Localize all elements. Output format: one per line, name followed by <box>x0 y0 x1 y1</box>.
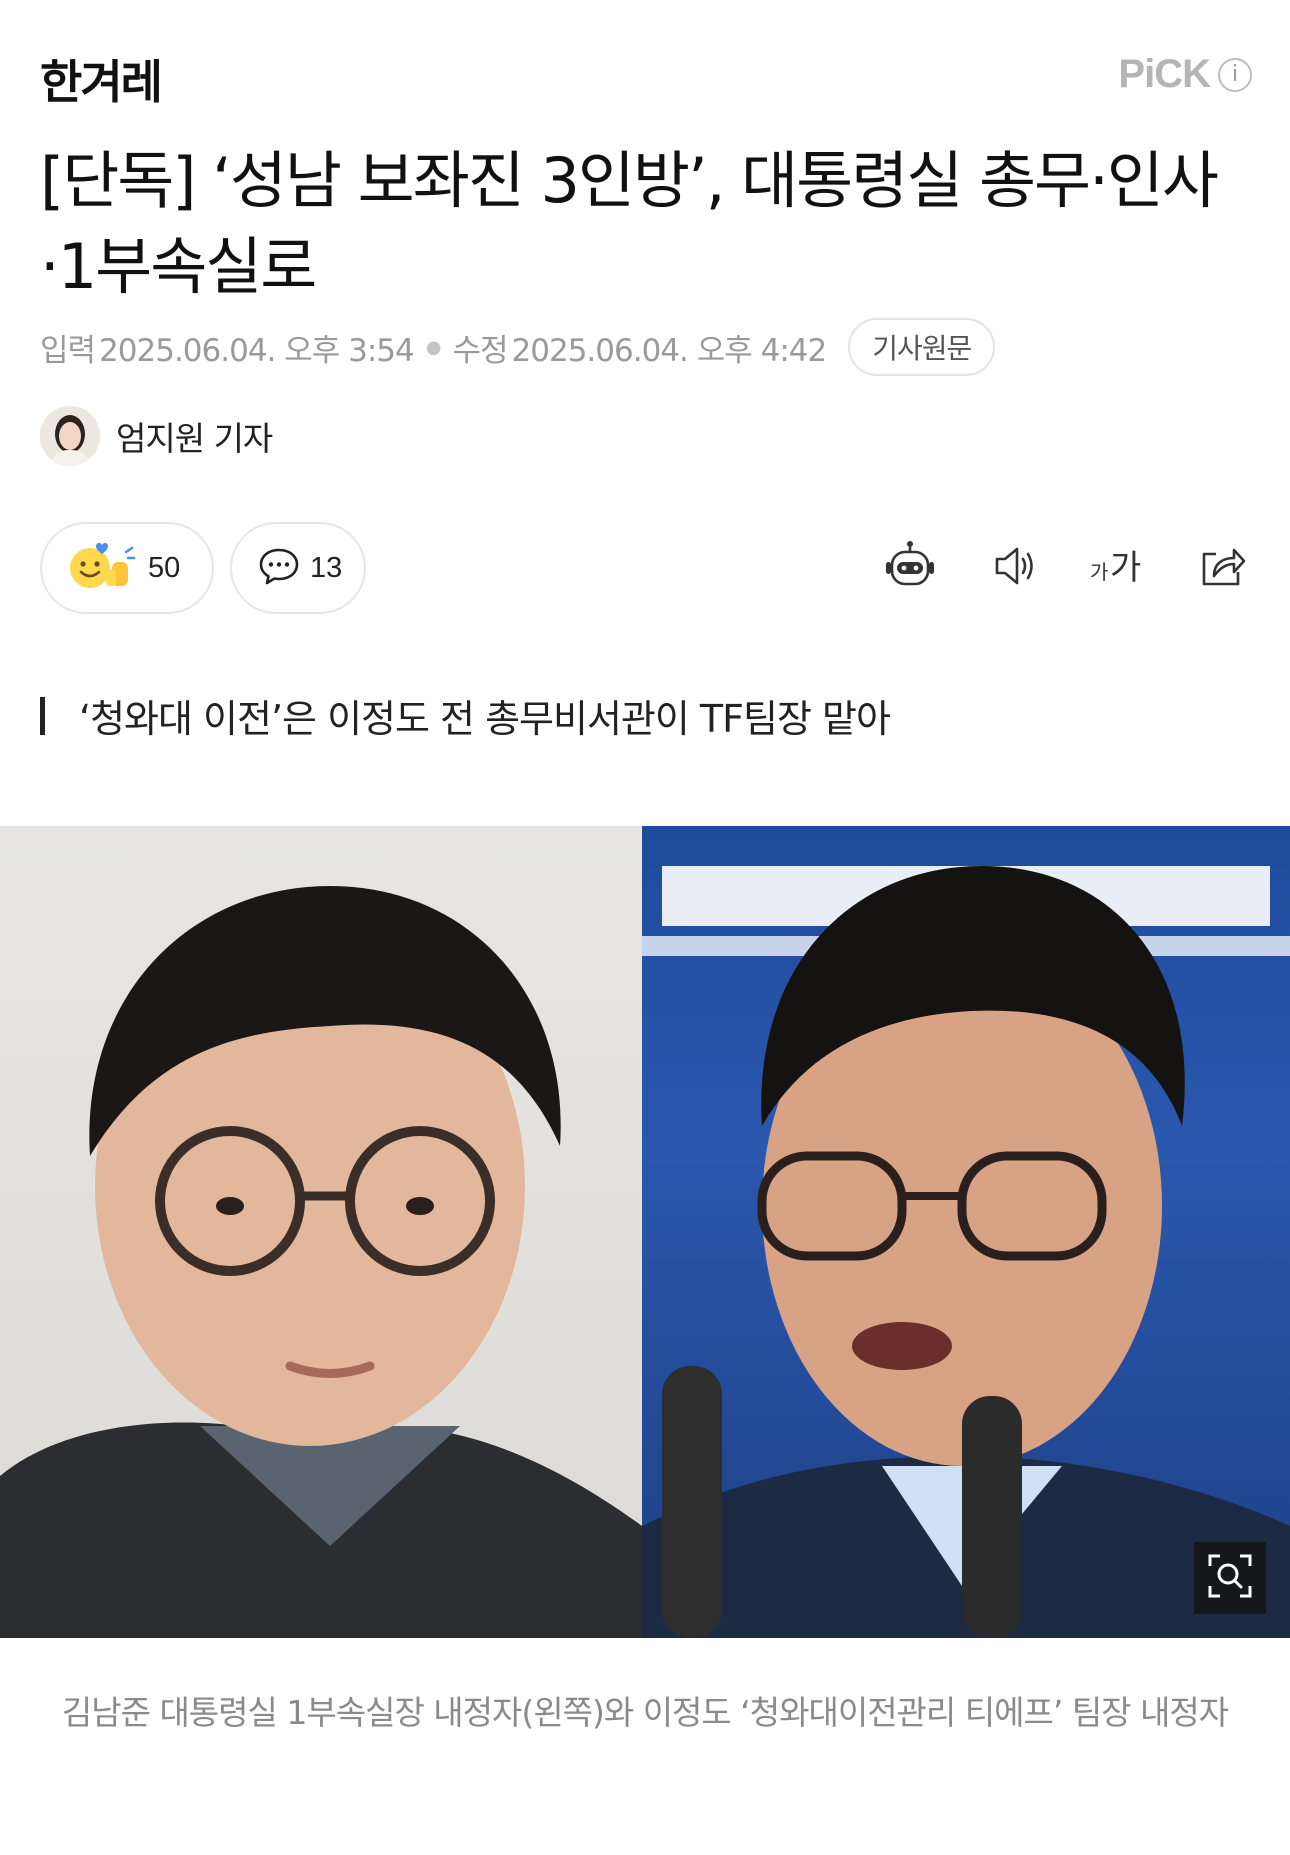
comment-icon <box>258 546 300 590</box>
photo-caption: 김남준 대통령실 1부속실장 내정자(왼쪽)와 이정도 ‘청와대이전관리 티에프… <box>61 1693 1229 1732</box>
article-subtitle: ‘청와대 이전’은 이정도 전 총무비서관이 TF팀장 맡아 <box>40 688 891 743</box>
edit-label: 수정 <box>452 332 508 369</box>
font-size-icon: 가 가 <box>1088 541 1148 595</box>
zoom-button[interactable] <box>1194 1542 1266 1614</box>
header: 한겨레 PiCK i <box>0 0 1290 130</box>
meta-separator: ● <box>425 336 442 358</box>
edit-time: 2025.06.04. 오후 4:42 <box>511 332 828 369</box>
emoji-reaction-icon <box>66 540 138 596</box>
zoom-icon <box>1206 1552 1254 1604</box>
reporter-avatar <box>40 406 100 466</box>
comment-count: 13 <box>310 551 343 584</box>
font-size-button[interactable]: 가 가 <box>1086 536 1150 600</box>
share-button[interactable] <box>1190 536 1254 600</box>
reporter[interactable]: 엄지원 기자 <box>40 406 273 466</box>
reaction-count: 50 <box>148 551 181 584</box>
subtitle-text: ‘청와대 이전’은 이정도 전 총무비서관이 TF팀장 맡아 <box>79 697 891 741</box>
photo-left-portrait <box>0 826 642 1638</box>
photo-right-portrait <box>642 826 1290 1638</box>
subtitle-bar <box>40 696 45 735</box>
robot-summary-icon <box>882 538 938 598</box>
original-article-button[interactable]: 기사원문 <box>848 318 996 376</box>
reaction-button[interactable]: 50 <box>40 522 214 614</box>
svg-text:가: 가 <box>1090 560 1108 584</box>
article-meta: 입력 2025.06.04. 오후 3:54 ● 수정 2025.06.04. … <box>40 318 996 376</box>
summary-button[interactable] <box>878 536 942 600</box>
article-title: [단독] ‘성남 보좌진 3인방’, 대통령실 총무·인사·1부속실로 <box>40 144 1219 303</box>
svg-text:가: 가 <box>1110 548 1141 588</box>
info-icon[interactable]: i <box>1218 57 1252 92</box>
hankyoreh-logo[interactable]: 한겨레 <box>40 46 163 112</box>
comment-button[interactable]: 13 <box>230 522 366 614</box>
article-actions: 50 13 가 가 <box>40 522 1250 614</box>
article-photo[interactable] <box>0 826 1290 1638</box>
reporter-name: 엄지원 기자 <box>116 419 273 458</box>
speaker-icon <box>991 541 1041 595</box>
audio-button[interactable] <box>984 536 1048 600</box>
input-label: 입력 <box>40 332 96 369</box>
input-time: 2025.06.04. 오후 3:54 <box>99 332 415 369</box>
pick-badge[interactable]: PiCK i <box>1118 52 1252 97</box>
share-icon <box>1196 540 1248 596</box>
pick-label: PiCK <box>1118 52 1211 96</box>
